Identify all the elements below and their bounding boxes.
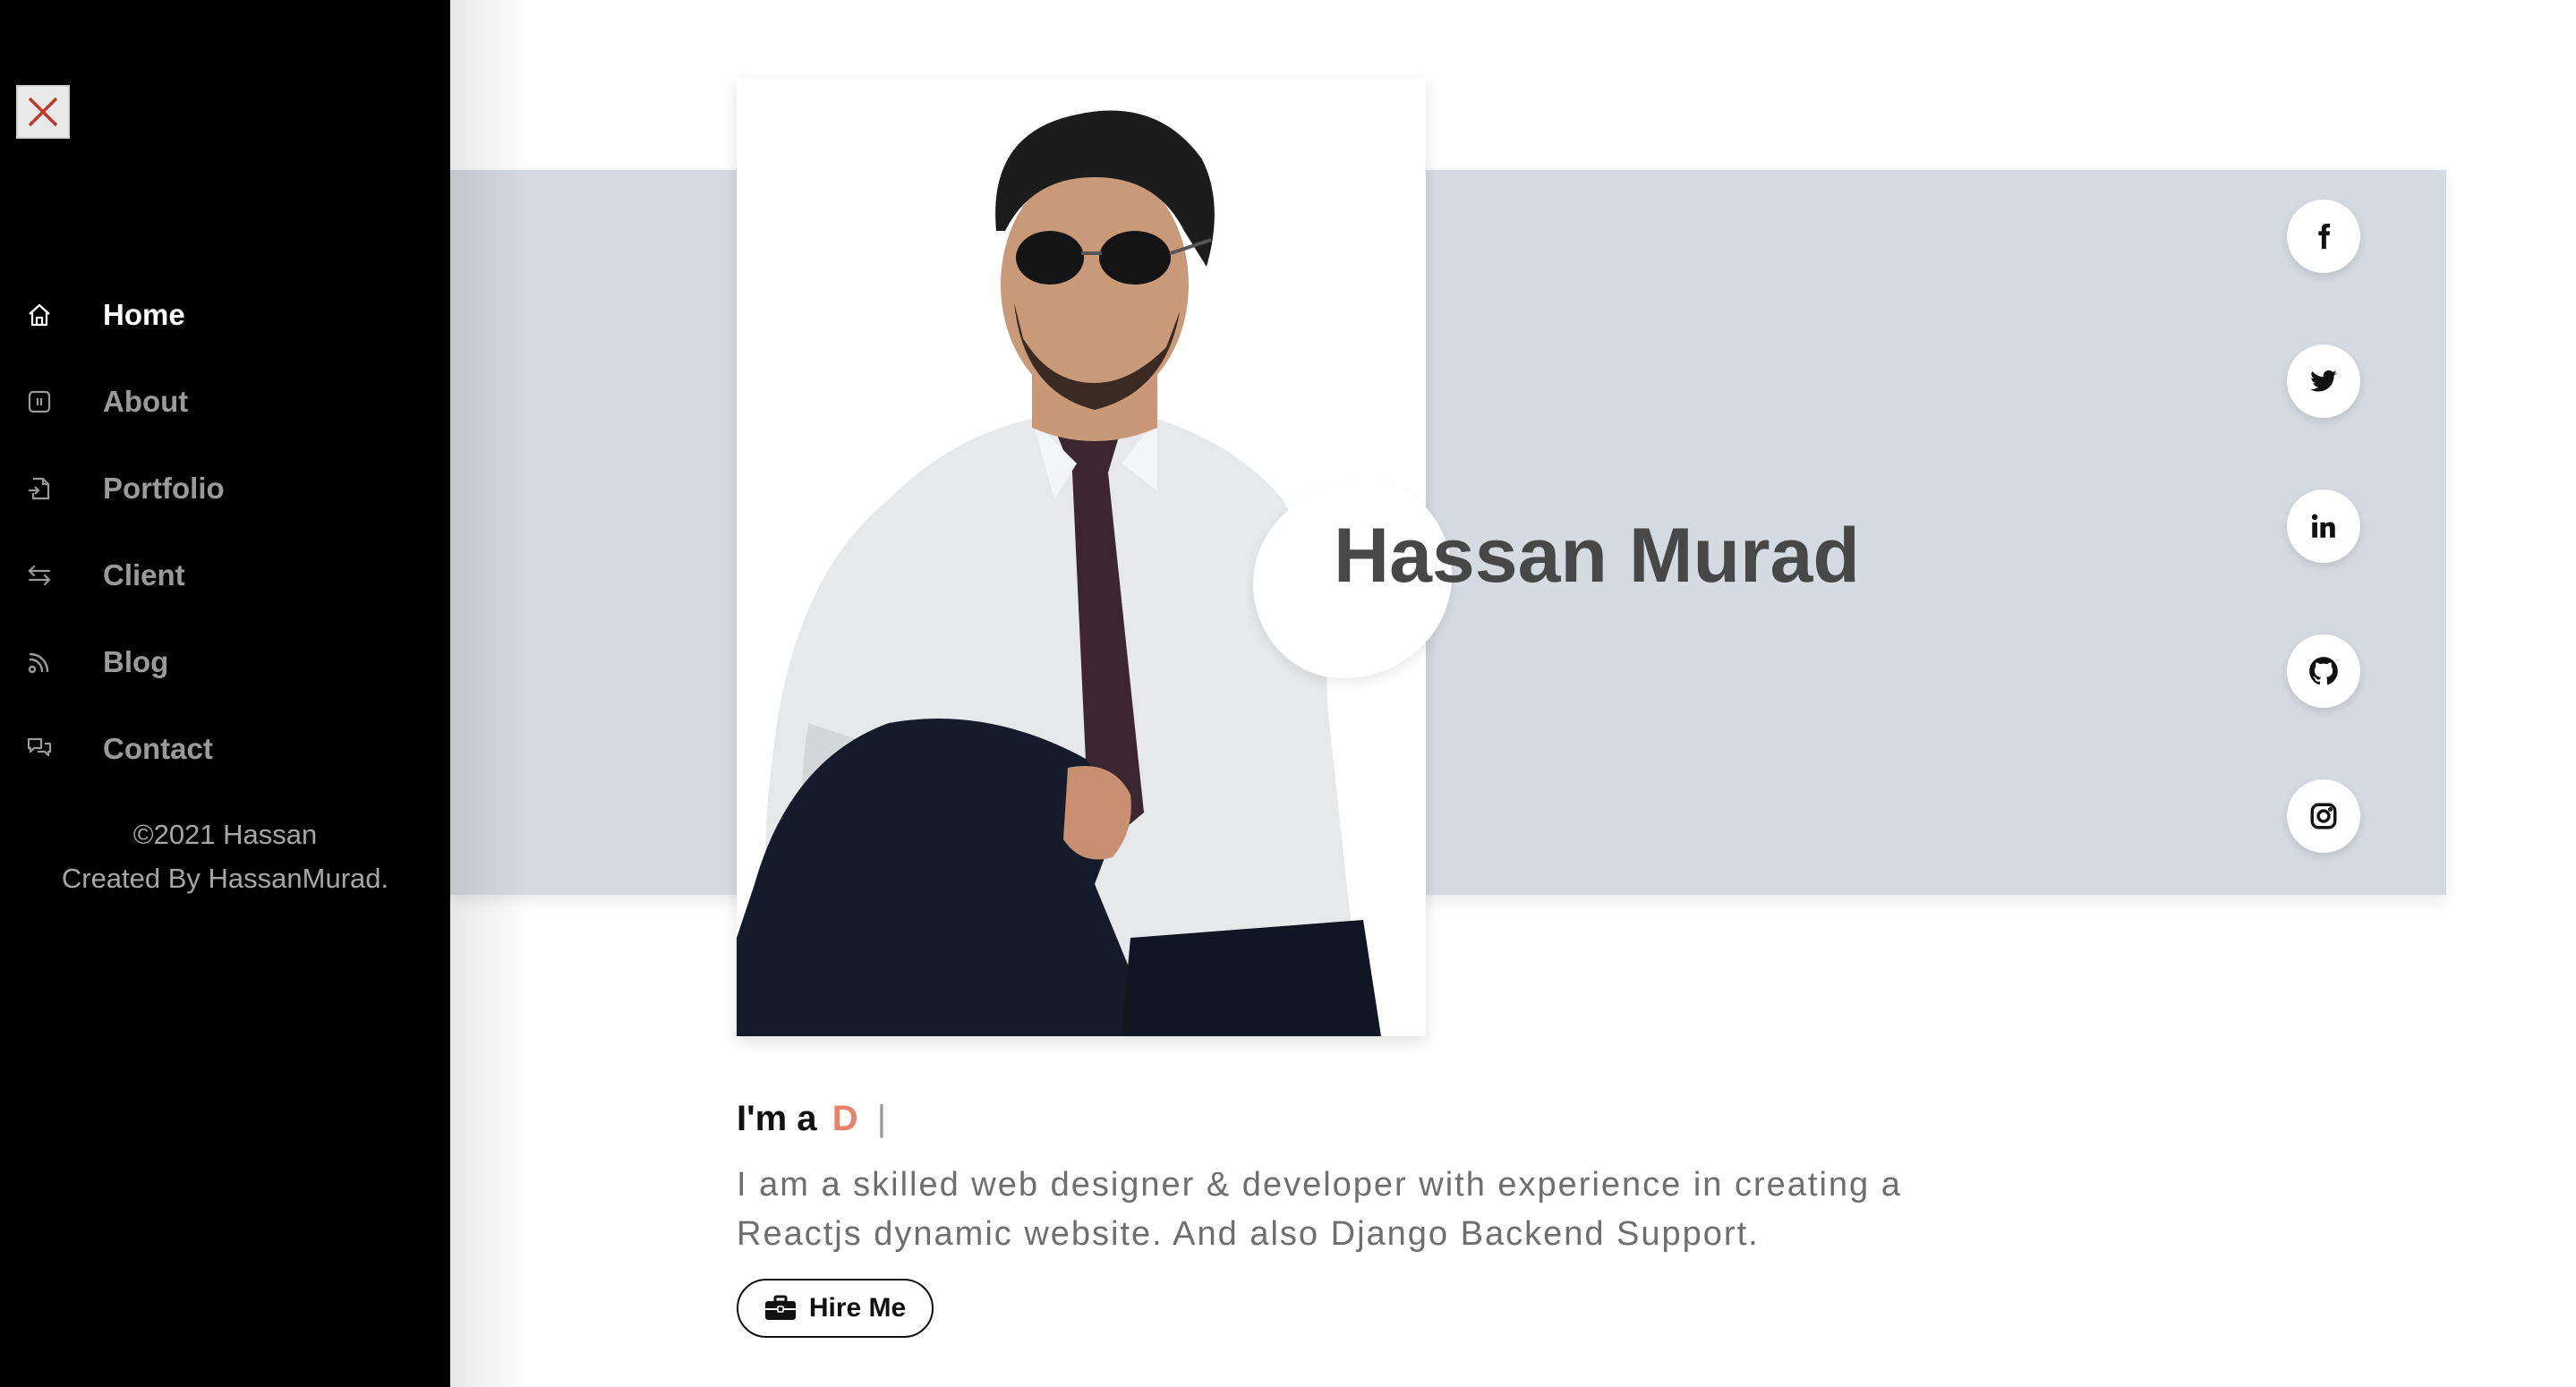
typed-text: D	[832, 1099, 858, 1138]
sidebar-item-portfolio[interactable]: Portfolio	[0, 445, 450, 532]
sidebar-item-about[interactable]: About	[0, 358, 450, 445]
twitter-icon	[2310, 370, 2337, 392]
info-icon	[23, 386, 55, 418]
linkedin-icon	[2311, 514, 2335, 538]
home-icon	[23, 299, 55, 331]
instagram-link[interactable]	[2287, 779, 2360, 853]
file-icon	[23, 472, 55, 505]
copyright-text: ©2021 Hassan	[132, 819, 318, 850]
sidebar: Home About Portfolio Client Blog Contact…	[0, 0, 450, 1387]
github-icon	[2309, 657, 2338, 685]
hire-me-button[interactable]: Hire Me	[737, 1279, 934, 1338]
twitter-link[interactable]	[2287, 345, 2360, 418]
close-icon	[28, 97, 58, 127]
sidebar-item-label: Client	[103, 557, 185, 591]
sidebar-footer: ©2021 Hassan Created By HassanMurad.	[0, 813, 450, 900]
chat-icon	[23, 733, 55, 765]
typing-cursor: |	[876, 1099, 887, 1138]
linkedin-link[interactable]	[2287, 489, 2360, 563]
blog-icon	[23, 646, 55, 678]
close-menu-button[interactable]	[16, 85, 70, 139]
sidebar-item-label: Portfolio	[103, 471, 225, 505]
credit-text: Created By HassanMurad.	[61, 863, 389, 894]
facebook-link[interactable]	[2287, 200, 2360, 273]
sidebar-item-contact[interactable]: Contact	[0, 705, 450, 792]
instagram-icon	[2310, 803, 2337, 830]
sidebar-item-client[interactable]: Client	[0, 532, 450, 618]
facebook-icon	[2318, 223, 2331, 250]
swap-icon	[23, 559, 55, 591]
briefcase-icon	[764, 1295, 796, 1320]
sidebar-item-label: Home	[103, 297, 185, 331]
sidebar-item-blog[interactable]: Blog	[0, 618, 450, 705]
sidebar-item-label: About	[103, 384, 189, 418]
sidebar-item-label: Blog	[103, 644, 169, 678]
sidebar-item-label: Contact	[103, 731, 213, 765]
sidebar-shadow	[450, 0, 531, 1387]
sidebar-nav: Home About Portfolio Client Blog Contact	[0, 271, 450, 792]
hire-me-label: Hire Me	[808, 1293, 907, 1323]
typed-headline: I'm a D |	[737, 1099, 886, 1139]
github-link[interactable]	[2287, 634, 2360, 708]
intro-description: I am a skilled web designer & developer …	[737, 1166, 1902, 1253]
sidebar-item-home[interactable]: Home	[0, 271, 450, 358]
hero-name: Hassan Murad	[1334, 513, 1860, 599]
headline-prefix: I'm a	[737, 1099, 817, 1138]
